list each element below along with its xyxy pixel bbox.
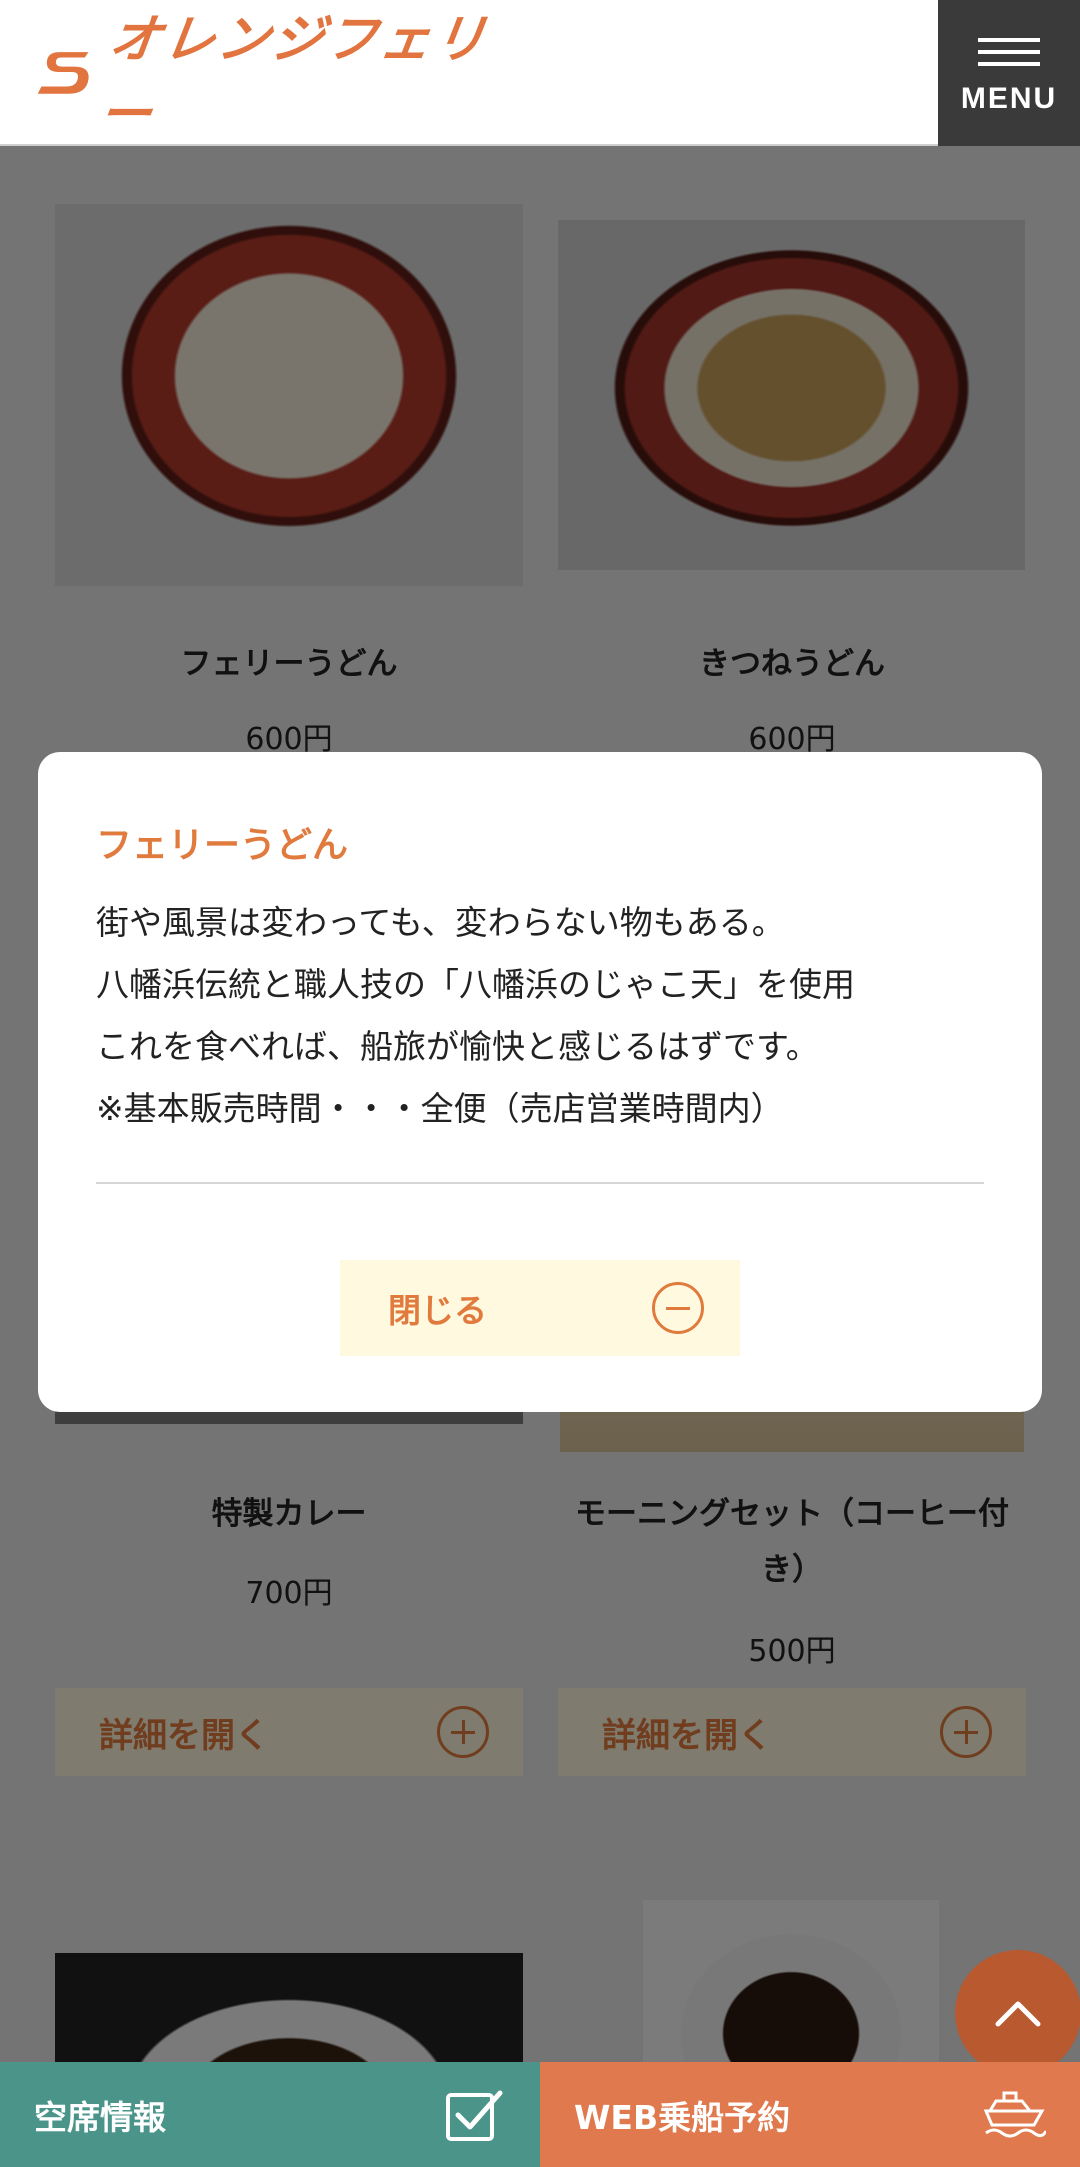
bottom-action-bar: 空席情報 WEB乗船予約 [0, 2062, 1080, 2167]
logo-text: オレンジフェリー [95, 10, 493, 145]
close-button[interactable]: 閉じる [340, 1260, 740, 1356]
checkbox-icon [446, 2090, 503, 2141]
modal-title: フェリーうどん [96, 825, 349, 866]
modal-description: 街や風景は変わっても、変わらない物もある。 八幡浜伝統と職人技の「八幡浜のじゃこ… [96, 892, 984, 1140]
site-logo[interactable]: オレンジフェリー [36, 10, 496, 145]
scroll-top-button[interactable] [955, 1950, 1080, 2076]
seat-availability-button[interactable]: 空席情報 [0, 2062, 540, 2167]
menu-button[interactable]: MENU [938, 0, 1080, 146]
menu-label: MENU [960, 82, 1058, 115]
circle-minus-icon [652, 1282, 704, 1334]
modal-description-line: 八幡浜伝統と職人技の「八幡浜のじゃこ天」を使用 [96, 965, 855, 1004]
modal-description-line: これを食べれば、船旅が愉快と感じるはずです。 [96, 1027, 819, 1066]
ship-icon [983, 2091, 1046, 2137]
modal-description-line: ※基本販売時間・・・全便（売店営業時間内） [96, 1089, 784, 1128]
modal-description-line: 街や風景は変わっても、変わらない物もある。 [96, 903, 785, 942]
hamburger-icon [978, 30, 1040, 74]
chevron-up-icon [995, 2001, 1041, 2027]
modal-divider [96, 1182, 984, 1184]
product-detail-modal: フェリーうどん 街や風景は変わっても、変わらない物もある。 八幡浜伝統と職人技の… [38, 752, 1042, 1412]
seat-availability-label: 空席情報 [34, 2097, 166, 2137]
orange-ferry-logo-icon [37, 52, 89, 94]
site-header: オレンジフェリー MENU [0, 0, 1080, 146]
web-booking-button[interactable]: WEB乗船予約 [540, 2062, 1080, 2167]
close-button-label: 閉じる [388, 1291, 487, 1330]
web-booking-label: WEB乗船予約 [574, 2097, 791, 2137]
